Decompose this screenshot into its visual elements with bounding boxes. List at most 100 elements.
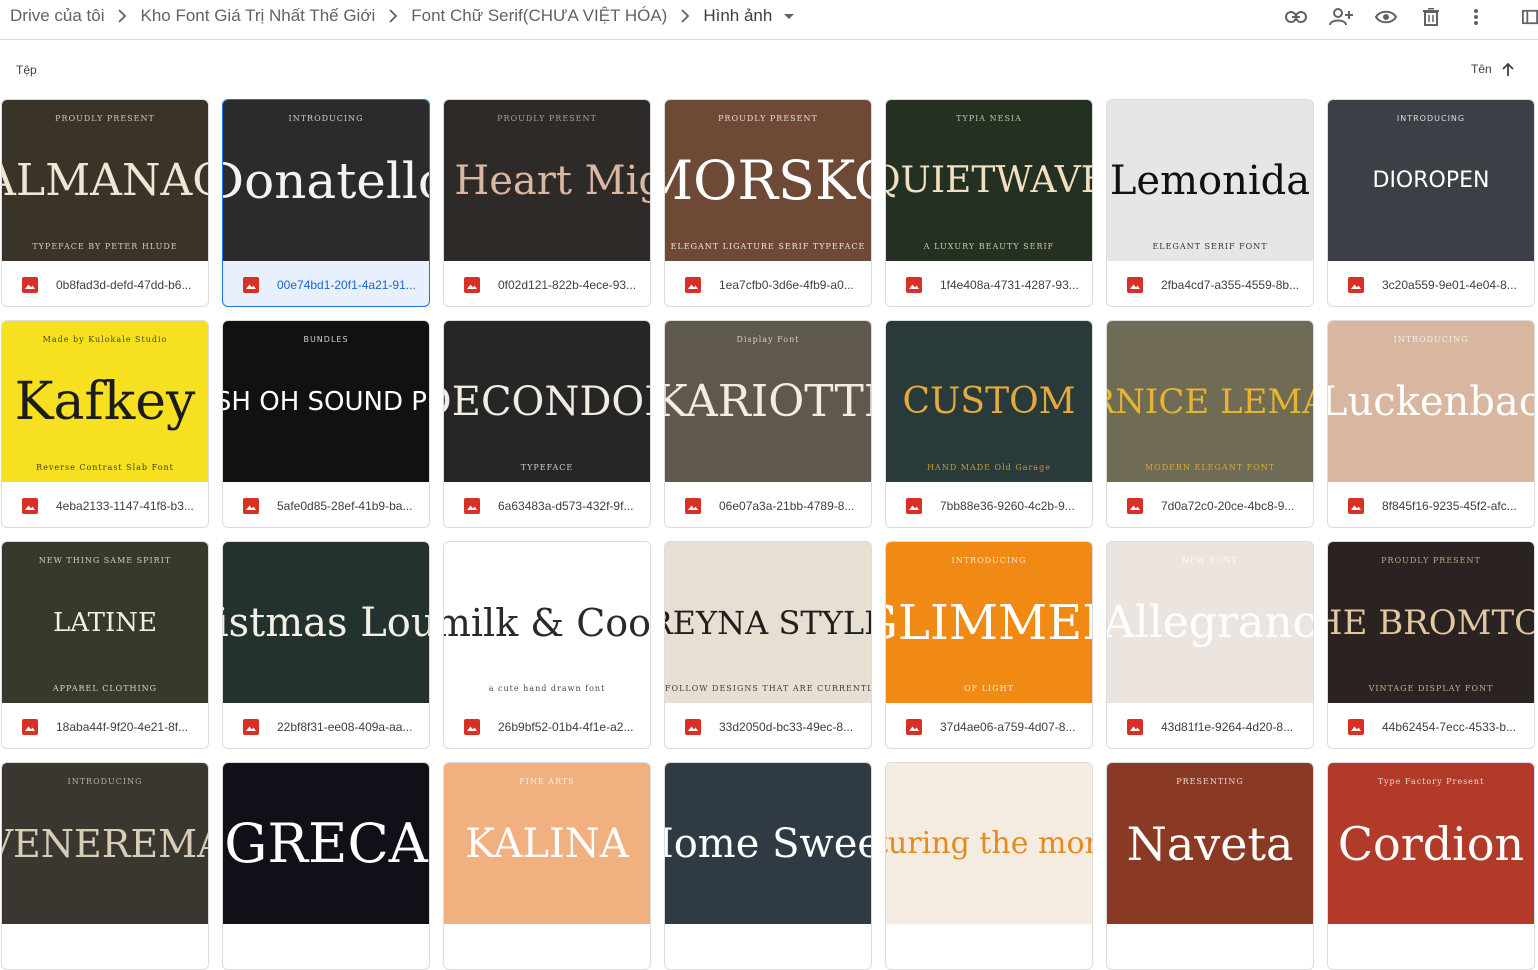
image-file-icon — [464, 276, 480, 293]
file-card-footer: 06e07a3a-21bb-4789-8... — [665, 482, 871, 527]
image-file-icon — [685, 718, 701, 735]
file-card-footer: 37d4ae06-a759-4d07-8... — [886, 703, 1092, 748]
thumbnail-bottom-text: ELEGANT SERIF FONT — [1152, 242, 1268, 251]
thumbnail-top-text: INTRODUCING — [1396, 114, 1466, 123]
file-card-footer: 18aba44f-9f20-4e21-8f... — [2, 703, 208, 748]
file-card[interactable]: PROUDLY PRESENT The Heart Mighty 0f02d121-… — [443, 99, 651, 307]
file-card-footer: 0b8fad3d-defd-47dd-b6... — [2, 261, 208, 306]
thumbnail-top-text: Type Factory Present — [1377, 777, 1485, 786]
file-name: 5afe0d85-28ef-41b9-ba... — [277, 498, 413, 513]
file-card[interactable]: BUNDLES FRESH OH SOUND PHOH 5afe0d85-28ef-… — [222, 320, 430, 528]
thumbnail-top-text: BUNDLES — [303, 335, 349, 344]
file-card-footer: 22bf8f31-ee08-409a-aa... — [223, 703, 429, 748]
file-card[interactable]: GRECA — [222, 762, 430, 970]
file-name: 44b62454-7ecc-4533-b... — [1382, 719, 1517, 734]
file-card-footer: 44b62454-7ecc-4533-b... — [1328, 703, 1534, 748]
file-card[interactable]: Christmas Lounge 22bf8f31-ee08-409a-aa... — [222, 541, 430, 749]
file-card[interactable]: INTRODUCING GLIMMER OF LIGHT 37d4ae06-a759-… — [885, 541, 1093, 749]
thumbnail-title: LATINE — [53, 607, 157, 638]
thumbnail-title: Oatmilk & Cookies — [444, 600, 650, 645]
image-file-icon — [243, 497, 259, 514]
thumbnail-title: KALINA — [465, 820, 629, 867]
file-card[interactable]: Display Font KARIOTTI 06e07a3a-21bb-4789-8… — [664, 320, 872, 528]
image-file-icon — [906, 497, 922, 514]
thumbnail-title: REYNA STYLE — [665, 603, 871, 642]
file-card-footer: 1ea7cfb0-3d6e-4fb9-a0... — [665, 261, 871, 306]
file-card[interactable]: NEW THING SAME SPIRIT LATINE APPAREL CLOTH… — [1, 541, 209, 749]
image-file-icon — [1348, 497, 1364, 514]
thumbnail-title: Naveta — [1126, 816, 1294, 871]
thumbnail-title: ALMANAC — [2, 154, 208, 206]
file-card[interactable]: Home Sweet — [664, 762, 872, 970]
file-card-footer: 4eba2133-1147-41f8-b3... — [2, 482, 208, 527]
file-name: 0f02d121-822b-4ece-93... — [498, 277, 637, 292]
thumbnail-bottom-text: A LUXURY BEAUTY SERIF — [923, 242, 1055, 251]
file-card[interactable]: PROUDLY PRESENT THE BROMTON VINTAGE DISPLA… — [1327, 541, 1535, 749]
file-thumbnail: Home Sweet — [665, 763, 871, 924]
file-card-footer: 00e74bd1-20f1-4a21-91... — [223, 261, 429, 306]
file-thumbnail: VERNICE LEMANS MODERN ELEGANT FONT — [1107, 321, 1313, 482]
file-card[interactable]: INTRODUCING Luckenbac 8f845f16-9235-45f2-a… — [1327, 320, 1535, 528]
file-card[interactable]: VERNICE LEMANS MODERN ELEGANT FONT 7d0a72c… — [1106, 320, 1314, 528]
file-thumbnail: CUSTOM HAND MADE Old Garage — [886, 321, 1092, 482]
thumbnail-title: Cordion — [1337, 816, 1525, 871]
image-file-icon — [22, 497, 38, 514]
file-card-footer: 26b9bf52-01b4-4f1e-a2... — [444, 703, 650, 748]
file-name: 00e74bd1-20f1-4a21-91... — [277, 277, 416, 292]
thumbnail-bottom-text: VINTAGE DISPLAY FONT — [1368, 684, 1494, 693]
file-card[interactable]: Lemonida ELEGANT SERIF FONT 2fba4cd7-a355-… — [1106, 99, 1314, 307]
thumbnail-title: FRESH OH SOUND PHOH — [223, 386, 429, 417]
file-card[interactable]: Oatmilk & Cookies a cute hand drawn font 2… — [443, 541, 651, 749]
file-thumbnail: Type Factory Present Cordion — [1328, 763, 1534, 924]
thumbnail-title: CUSTOM — [902, 380, 1076, 422]
file-card[interactable]: INTRODUCING DIOROPEN 3c20a559-9e01-4e04-8.… — [1327, 99, 1535, 307]
image-file-icon — [1127, 497, 1143, 514]
file-thumbnail: REYNA STYLE FOLLOW DESIGNS THAT ARE CURRE… — [665, 542, 871, 703]
thumbnail-top-text: FINE ARTS — [519, 777, 575, 786]
thumbnail-title: Lemonida — [1109, 157, 1311, 204]
file-card[interactable]: DECONDOR TYPEFACE 6a63483a-d573-432f-9f... — [443, 320, 651, 528]
file-card-footer: 6a63483a-d573-432f-9f... — [444, 482, 650, 527]
thumbnail-top-text: NEW THING SAME SPIRIT — [38, 556, 172, 565]
thumbnail-top-text: PROUDLY PRESENT — [55, 114, 155, 123]
file-thumbnail: PROUDLY PRESENT THE BROMTON VINTAGE DISPLA… — [1328, 542, 1534, 703]
file-card[interactable]: PRESENTING Naveta — [1106, 762, 1314, 970]
file-card-footer: 2fba4cd7-a355-4559-8b... — [1107, 261, 1313, 306]
image-file-icon — [464, 497, 480, 514]
file-card[interactable]: Made by Kulokale Studio Kafkey Reverse Con… — [1, 320, 209, 528]
file-card[interactable]: TYPIA NESIA QUIETWAVE A LUXURY BEAUTY SERI… — [885, 99, 1093, 307]
file-card[interactable]: INTRODUCING Donatello 00e74bd1-20f1-4a21-9… — [222, 99, 430, 307]
file-card[interactable]: NEW FONT Allegranc 43d81f1e-9264-4d20-8... — [1106, 541, 1314, 749]
thumbnail-top-text: INTRODUCING — [951, 556, 1027, 565]
file-card[interactable]: PROUDLY PRESENT MORSKO ELEGANT LIGATURE SE… — [664, 99, 872, 307]
thumbnail-bottom-text: MODERN ELEGANT FONT — [1144, 463, 1276, 472]
thumbnail-title: MORSKO — [665, 148, 871, 212]
file-name: 18aba44f-9f20-4e21-8f... — [56, 719, 189, 734]
image-file-icon — [1127, 718, 1143, 735]
file-card[interactable]: INTRODUCING VENEREMA — [1, 762, 209, 970]
thumbnail-title: Luckenbac — [1328, 378, 1534, 425]
file-card[interactable]: Type Factory Present Cordion — [1327, 762, 1535, 970]
image-file-icon — [1348, 276, 1364, 293]
file-name: 7bb88e36-9260-4c2b-9... — [940, 498, 1075, 513]
file-card[interactable]: PROUDLY PRESENT ALMANAC TYPEFACE BY PETER … — [1, 99, 209, 307]
thumbnail-top-text: PROUDLY PRESENT — [497, 114, 597, 123]
file-card[interactable]: REYNA STYLE FOLLOW DESIGNS THAT ARE CURRE… — [664, 541, 872, 749]
file-card-footer: 1f4e408a-4731-4287-93... — [886, 261, 1092, 306]
file-thumbnail: INTRODUCING VENEREMA — [2, 763, 208, 924]
image-file-icon — [243, 718, 259, 735]
file-name: 2fba4cd7-a355-4559-8b... — [1161, 277, 1300, 292]
thumbnail-top-text: INTRODUCING — [67, 777, 143, 786]
file-card[interactable]: CUSTOM HAND MADE Old Garage 7bb88e36-9260-… — [885, 320, 1093, 528]
file-card-footer: 33d2050d-bc33-49ec-8... — [665, 703, 871, 748]
thumbnail-top-text: Display Font — [736, 335, 800, 344]
thumbnail-title: VERNICE LEMANS — [1107, 381, 1313, 422]
file-card[interactable]: Capturing the moment — [885, 762, 1093, 970]
file-thumbnail: PROUDLY PRESENT MORSKO ELEGANT LIGATURE SE… — [665, 100, 871, 261]
thumbnail-title: GLIMMER — [886, 594, 1092, 651]
file-thumbnail: NEW FONT Allegranc — [1107, 542, 1313, 703]
file-thumbnail: NEW THING SAME SPIRIT LATINE APPAREL CLOTH… — [2, 542, 208, 703]
file-card[interactable]: FINE ARTS KALINA — [443, 762, 651, 970]
file-thumbnail: INTRODUCING GLIMMER OF LIGHT — [886, 542, 1092, 703]
file-thumbnail: PROUDLY PRESENT ALMANAC TYPEFACE BY PETER … — [2, 100, 208, 261]
